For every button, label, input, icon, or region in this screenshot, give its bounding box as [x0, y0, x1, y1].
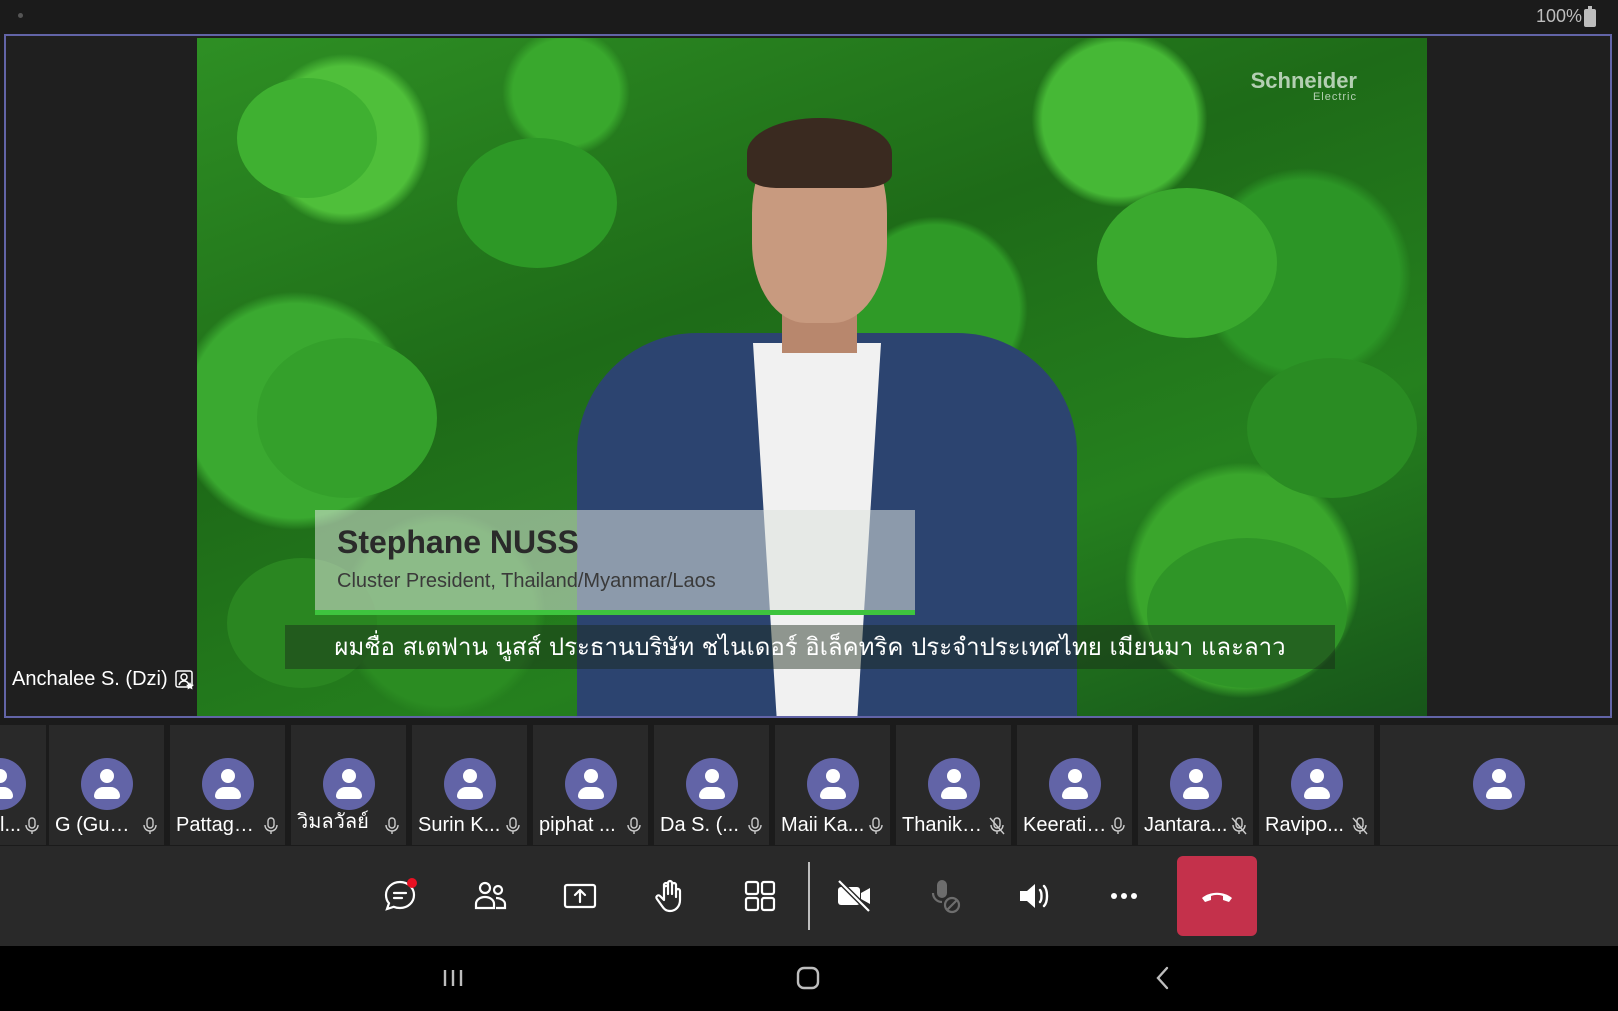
recent-apps-icon	[443, 970, 463, 986]
participant-tile[interactable]: วิมลวัลย์	[291, 725, 406, 845]
participant-tile[interactable]: Maii Ka...	[775, 725, 890, 845]
avatar	[1048, 758, 1101, 810]
mic-icon	[748, 817, 762, 834]
avatar	[0, 758, 26, 810]
video-subtitle: ผมชื่อ สเตฟาน นูสส์ ประธานบริษัท ชไนเดอร…	[285, 625, 1335, 669]
participant-tile[interactable]: Surin K...	[412, 725, 527, 845]
participant-tile[interactable]: Pattaga...	[170, 725, 285, 845]
grid-icon	[744, 880, 776, 912]
avatar	[1473, 758, 1525, 810]
presenter-figure	[577, 93, 1077, 716]
mic-icon	[627, 817, 641, 834]
back-icon	[1156, 966, 1169, 990]
avatar	[201, 758, 254, 810]
mic-muted-icon	[1231, 817, 1247, 835]
mic-disabled-icon	[931, 880, 961, 914]
avatar	[80, 758, 133, 810]
mic-icon	[506, 817, 520, 834]
chat-button[interactable]	[360, 856, 440, 936]
mic-muted-icon	[989, 817, 1005, 835]
participants-button[interactable]	[450, 856, 530, 936]
avatar	[1290, 758, 1343, 810]
avatar	[685, 758, 738, 810]
home-icon	[796, 966, 820, 990]
participant-tile[interactable]	[1380, 725, 1618, 845]
participant-tile[interactable]: G (Guest)	[49, 725, 164, 845]
presenter-badge-icon	[174, 669, 194, 689]
avatar	[443, 758, 496, 810]
participant-tile[interactable]: Thanika...	[896, 725, 1011, 845]
brand-logo: Schneider Electric	[1250, 68, 1357, 103]
hand-icon	[655, 879, 682, 913]
participant-tile[interactable]: l...	[0, 725, 46, 845]
mic-muted-icon	[1352, 817, 1368, 835]
participant-tile[interactable]: piphat ...	[533, 725, 648, 845]
speaker-button[interactable]	[994, 856, 1074, 936]
notification-badge	[407, 878, 417, 888]
mic-icon	[385, 817, 399, 834]
avatar	[1169, 758, 1222, 810]
hangup-button[interactable]	[1177, 856, 1257, 936]
status-bar: 100%	[0, 0, 1618, 34]
participant-tile[interactable]: Da S. (...	[654, 725, 769, 845]
call-control-bar	[0, 846, 1618, 946]
avatar	[564, 758, 617, 810]
avatar	[806, 758, 859, 810]
mic-icon	[1111, 817, 1125, 834]
presenter-label: Anchalee S. (Dzi)	[12, 668, 196, 691]
speaker-icon	[1020, 884, 1049, 908]
main-stage[interactable]: Schneider Electric Stephane NUSS Cluster…	[4, 34, 1612, 718]
raise-hand-button[interactable]	[630, 856, 710, 936]
share-screen-icon	[563, 883, 597, 909]
avatar	[322, 758, 375, 810]
speaker-name: Stephane NUSS	[337, 524, 579, 560]
share-button[interactable]	[540, 856, 620, 936]
participant-tile[interactable]: Keerati ...	[1017, 725, 1132, 845]
chat-icon	[384, 878, 417, 911]
participant-tile[interactable]: Ravipo...	[1259, 725, 1374, 845]
recent-apps-button[interactable]	[423, 958, 483, 998]
camera-off-icon	[837, 879, 871, 913]
hangup-icon	[1202, 892, 1232, 902]
status-dot	[18, 13, 23, 18]
mic-icon	[264, 817, 278, 834]
participant-tile[interactable]: Jantara...	[1138, 725, 1253, 845]
mic-icon	[869, 817, 883, 834]
toolbar-divider	[808, 862, 810, 930]
view-button[interactable]	[720, 856, 800, 936]
people-icon	[474, 881, 507, 910]
system-nav-bar	[0, 946, 1618, 1011]
back-button[interactable]	[1133, 958, 1193, 998]
more-icon	[1111, 893, 1137, 899]
speaker-role: Cluster President, Thailand/Myanmar/Laos	[337, 570, 716, 592]
battery-icon	[1584, 6, 1596, 27]
lower-third-caption: Stephane NUSS Cluster President, Thailan…	[315, 510, 915, 615]
mic-button[interactable]	[904, 856, 984, 936]
avatar	[927, 758, 980, 810]
camera-button[interactable]	[814, 856, 894, 936]
more-button[interactable]	[1084, 856, 1164, 936]
mic-icon	[143, 817, 157, 834]
mic-icon	[25, 817, 39, 834]
home-button[interactable]	[778, 958, 838, 998]
battery-level: 100%	[1535, 6, 1582, 26]
presenter-video: Schneider Electric Stephane NUSS Cluster…	[197, 38, 1427, 716]
participants-strip[interactable]: l... G (Guest) Pattaga... วิมลวัลย์ Suri…	[0, 725, 1618, 845]
